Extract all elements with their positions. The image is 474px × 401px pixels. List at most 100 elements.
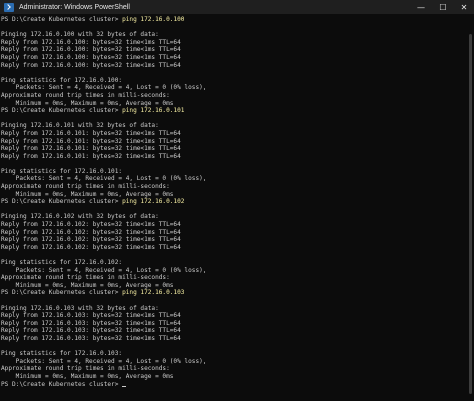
output-text: Reply from 172.16.0.102: bytes=32 time<1… [1, 221, 181, 229]
output-text: Approximate round trip times in milli-se… [1, 183, 170, 191]
prompt-text: PS D:\Create Kubernetes cluster> [1, 16, 123, 23]
output-line: Minimum = 0ms, Maximum = 0ms, Average = … [1, 373, 466, 381]
prompt-line: PS D:\Create Kubernetes cluster> ping 17… [1, 107, 466, 115]
command-text: ping 172.16.0.101 [122, 107, 185, 115]
output-line: Reply from 172.16.0.103: bytes=32 time<1… [1, 335, 466, 343]
output-line: Minimum = 0ms, Maximum = 0ms, Average = … [1, 282, 466, 290]
output-text: Reply from 172.16.0.103: bytes=32 time<1… [1, 327, 181, 335]
output-line: Packets: Sent = 4, Received = 4, Lost = … [1, 175, 466, 183]
output-text: Minimum = 0ms, Maximum = 0ms, Average = … [1, 281, 174, 289]
output-line: Packets: Sent = 4, Received = 4, Lost = … [1, 84, 466, 92]
output-text: Approximate round trip times in milli-se… [1, 274, 170, 282]
output-text: Packets: Sent = 4, Received = 4, Lost = … [1, 84, 207, 92]
output-line: Reply from 172.16.0.100: bytes=32 time<1… [1, 62, 466, 70]
output-line: Minimum = 0ms, Maximum = 0ms, Average = … [1, 100, 466, 108]
command-text: ping 172.16.0.103 [122, 289, 185, 297]
title-bar[interactable]: Administrator: Windows PowerShell — ☐ ✕ [0, 0, 474, 14]
output-line: Reply from 172.16.0.101: bytes=32 time<1… [1, 145, 466, 153]
output-text: Packets: Sent = 4, Received = 4, Lost = … [1, 357, 207, 365]
output-text: Reply from 172.16.0.101: bytes=32 time<1… [1, 152, 181, 160]
output-line: Packets: Sent = 4, Received = 4, Lost = … [1, 267, 466, 275]
output-text: Reply from 172.16.0.102: bytes=32 time<1… [1, 236, 181, 244]
output-line: Reply from 172.16.0.100: bytes=32 time<1… [1, 46, 466, 54]
maximize-button[interactable]: ☐ [432, 0, 454, 14]
prompt-line: PS D:\Create Kubernetes cluster> ping 17… [1, 16, 466, 24]
prompt-text: PS D:\Create Kubernetes cluster> [1, 380, 123, 388]
output-text: Reply from 172.16.0.101: bytes=32 time<1… [1, 129, 181, 137]
output-text: Reply from 172.16.0.101: bytes=32 time<1… [1, 145, 181, 153]
output-text: Reply from 172.16.0.101: bytes=32 time<1… [1, 137, 181, 145]
close-button[interactable]: ✕ [454, 0, 474, 14]
output-line: Pinging 172.16.0.101 with 32 bytes of da… [1, 122, 466, 130]
output-line: Reply from 172.16.0.101: bytes=32 time<1… [1, 138, 466, 146]
window-controls: — ☐ ✕ [410, 0, 474, 14]
output-line: Approximate round trip times in milli-se… [1, 92, 466, 100]
text-cursor [122, 386, 127, 388]
output-text: Reply from 172.16.0.100: bytes=32 time<1… [1, 53, 181, 61]
output-text: Reply from 172.16.0.102: bytes=32 time<1… [1, 228, 181, 236]
prompt-line: PS D:\Create Kubernetes cluster> ping 17… [1, 289, 466, 297]
output-line: Ping statistics for 172.16.0.102: [1, 259, 466, 267]
output-line: Pinging 172.16.0.100 with 32 bytes of da… [1, 31, 466, 39]
output-text: Reply from 172.16.0.103: bytes=32 time<1… [1, 319, 181, 327]
output-line: Reply from 172.16.0.101: bytes=32 time<1… [1, 153, 466, 161]
output-line: Reply from 172.16.0.102: bytes=32 time<1… [1, 229, 466, 237]
output-text: Reply from 172.16.0.102: bytes=32 time<1… [1, 243, 181, 251]
output-text: Ping statistics for 172.16.0.102: [1, 259, 123, 266]
output-text: Pinging 172.16.0.103 with 32 bytes of da… [1, 304, 159, 312]
command-text: ping 172.16.0.102 [122, 198, 185, 206]
output-text: Packets: Sent = 4, Received = 4, Lost = … [1, 175, 207, 183]
output-line: Approximate round trip times in milli-se… [1, 274, 466, 282]
output-text: Pinging 172.16.0.102 with 32 bytes of da… [1, 213, 159, 221]
window-title: Administrator: Windows PowerShell [19, 3, 130, 11]
output-text: Minimum = 0ms, Maximum = 0ms, Average = … [1, 372, 174, 380]
output-text: Reply from 172.16.0.100: bytes=32 time<1… [1, 38, 181, 46]
scrollbar[interactable] [466, 14, 474, 401]
output-text: Reply from 172.16.0.100: bytes=32 time<1… [1, 46, 181, 54]
output-text: Minimum = 0ms, Maximum = 0ms, Average = … [1, 99, 174, 107]
powershell-icon [4, 2, 14, 12]
output-line: Ping statistics for 172.16.0.100: [1, 77, 466, 85]
output-line: Reply from 172.16.0.103: bytes=32 time<1… [1, 327, 466, 335]
prompt-text: PS D:\Create Kubernetes cluster> [1, 289, 123, 297]
powershell-window: Administrator: Windows PowerShell — ☐ ✕ … [0, 0, 474, 401]
output-line: Reply from 172.16.0.100: bytes=32 time<1… [1, 54, 466, 62]
output-text: Ping statistics for 172.16.0.101: [1, 167, 123, 175]
prompt-text: PS D:\Create Kubernetes cluster> [1, 198, 123, 206]
output-line: Reply from 172.16.0.103: bytes=32 time<1… [1, 320, 466, 328]
output-text: Pinging 172.16.0.101 with 32 bytes of da… [1, 122, 159, 130]
output-text: Packets: Sent = 4, Received = 4, Lost = … [1, 266, 207, 274]
output-line: Minimum = 0ms, Maximum = 0ms, Average = … [1, 191, 466, 199]
output-text: Reply from 172.16.0.100: bytes=32 time<1… [1, 61, 181, 69]
output-text: Approximate round trip times in milli-se… [1, 365, 170, 373]
output-text: Pinging 172.16.0.100 with 32 bytes of da… [1, 31, 159, 39]
command-text: ping 172.16.0.100 [122, 16, 185, 23]
output-line: Reply from 172.16.0.100: bytes=32 time<1… [1, 39, 466, 47]
output-line: Reply from 172.16.0.102: bytes=32 time<1… [1, 244, 466, 252]
prompt-line: PS D:\Create Kubernetes cluster> [1, 381, 466, 389]
output-text: Approximate round trip times in milli-se… [1, 91, 170, 99]
output-text: Ping statistics for 172.16.0.100: [1, 76, 123, 84]
output-line: Pinging 172.16.0.103 with 32 bytes of da… [1, 305, 466, 313]
output-line: Reply from 172.16.0.101: bytes=32 time<1… [1, 130, 466, 138]
terminal-output[interactable]: PS D:\Create Kubernetes cluster> ping 17… [0, 14, 466, 401]
output-text: Reply from 172.16.0.103: bytes=32 time<1… [1, 312, 181, 320]
output-line: Approximate round trip times in milli-se… [1, 365, 466, 373]
output-text: Reply from 172.16.0.103: bytes=32 time<1… [1, 334, 181, 342]
output-text: Minimum = 0ms, Maximum = 0ms, Average = … [1, 190, 174, 198]
prompt-text: PS D:\Create Kubernetes cluster> [1, 107, 123, 115]
scrollbar-thumb[interactable] [469, 34, 472, 394]
output-text: Ping statistics for 172.16.0.103: [1, 350, 123, 358]
output-line: Packets: Sent = 4, Received = 4, Lost = … [1, 358, 466, 366]
output-line: Reply from 172.16.0.102: bytes=32 time<1… [1, 236, 466, 244]
minimize-button[interactable]: — [410, 0, 432, 14]
output-line: Pinging 172.16.0.102 with 32 bytes of da… [1, 213, 466, 221]
